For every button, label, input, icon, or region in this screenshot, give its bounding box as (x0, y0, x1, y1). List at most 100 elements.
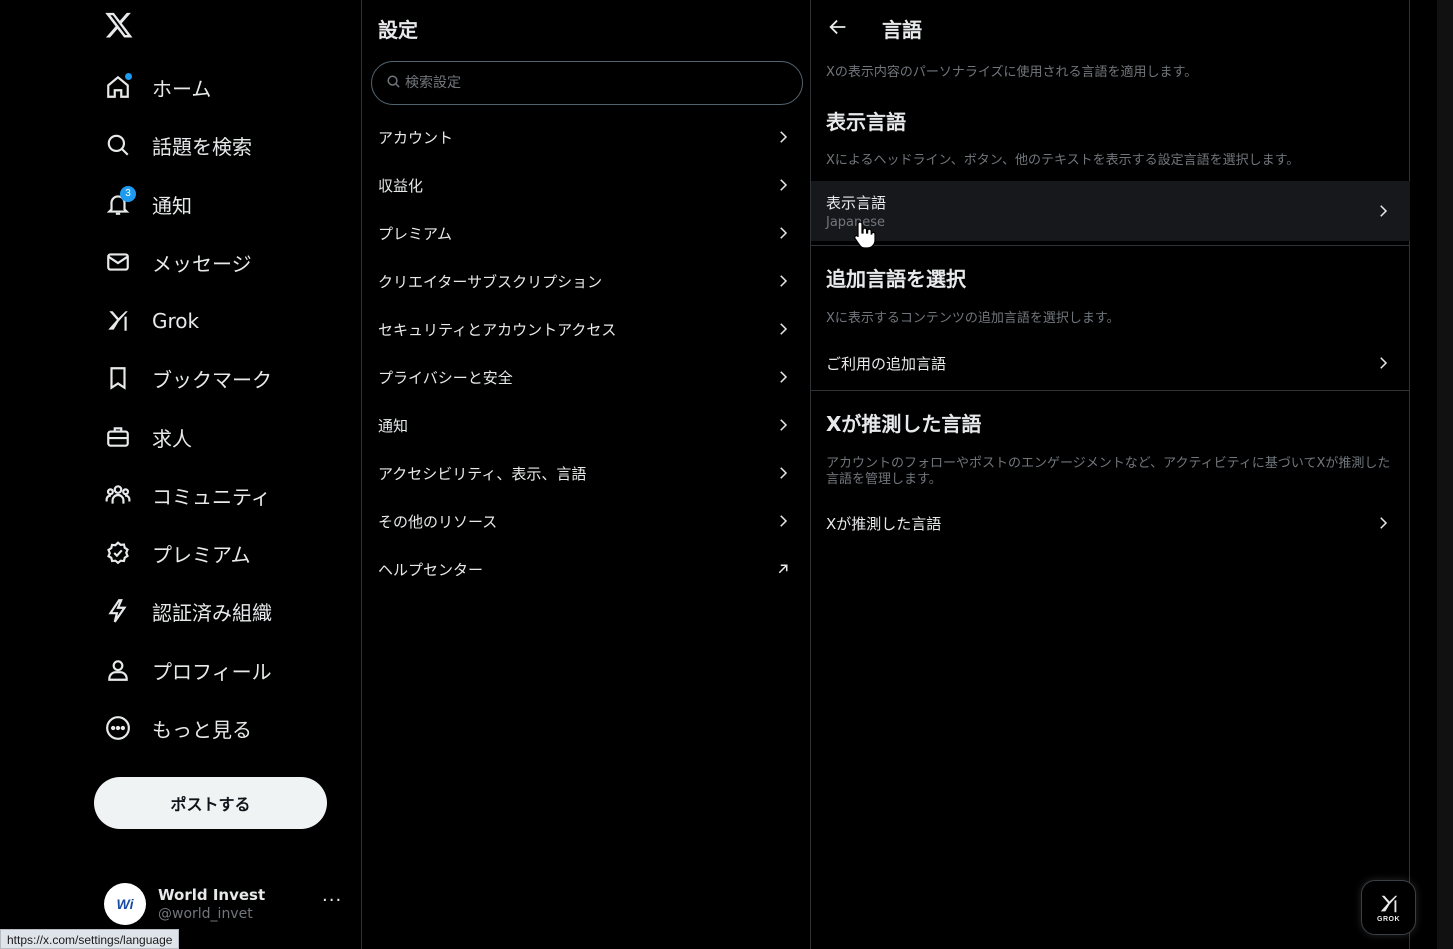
inferred-language-row[interactable]: Xが推測した言語 (811, 500, 1410, 546)
grok-icon (1380, 895, 1397, 912)
hand-cursor-icon (854, 221, 876, 249)
chevron-right-icon (780, 275, 788, 287)
more-horizontal-icon[interactable]: ··· (322, 890, 342, 911)
menu-item-label: プライバシーと安全 (378, 368, 513, 387)
verified-icon (104, 539, 132, 567)
settings-item-privacy[interactable]: プライバシーと安全 (362, 353, 810, 401)
inferred-language-heading: Xが推測した言語 (826, 412, 982, 436)
menu-item-label: クリエイターサブスクリプション (378, 272, 603, 291)
chevron-right-icon (780, 323, 788, 335)
nav-label: 認証済み組織 (152, 600, 272, 625)
profile-handle: @world_invet (158, 906, 253, 922)
nav-label: 話題を検索 (152, 134, 252, 159)
app-root: ホーム 話題を検索 3 通知 メッセージ Grok ブックマーク 求人 コミュニ… (0, 0, 1453, 949)
page-scrollbar[interactable] (1437, 0, 1453, 949)
menu-item-label: プレミアム (378, 224, 452, 243)
nav-item-grok[interactable]: Grok (104, 301, 199, 341)
nav-item-verified-orgs[interactable]: 認証済み組織 (104, 591, 272, 631)
chevron-right-icon (780, 371, 788, 383)
settings-item-resources[interactable]: その他のリソース (362, 497, 810, 545)
nav-label: もっと見る (152, 717, 252, 742)
settings-item-notifications[interactable]: 通知 (362, 401, 810, 449)
settings-column: 設定 アカウント 収益化 プレミアム クリエイターサブスクリプション セキュリテ… (361, 0, 811, 949)
chevron-right-icon (1380, 357, 1388, 369)
page-title: 言語 (882, 18, 922, 42)
nav-label: ホーム (152, 76, 212, 101)
briefcase-icon (104, 423, 132, 451)
display-language-desc: Xによるヘッドライン、ボタン、他のテキストを表示する設定言語を選択します。 (826, 153, 1300, 168)
more-circle-icon (104, 714, 132, 742)
menu-item-label: その他のリソース (378, 512, 498, 531)
row-label: 表示言語 (826, 194, 887, 212)
nav-item-bookmarks[interactable]: ブックマーク (104, 358, 272, 398)
chevron-right-icon (780, 179, 788, 191)
settings-item-accessibility[interactable]: アクセシビリティ、表示、言語 (362, 449, 810, 497)
settings-item-security[interactable]: セキュリティとアカウントアクセス (362, 305, 810, 353)
settings-search[interactable] (371, 61, 803, 105)
menu-item-label: ヘルプセンター (378, 560, 484, 579)
nav-item-more[interactable]: もっと見る (104, 708, 252, 748)
row-label: Xが推測した言語 (826, 514, 942, 533)
menu-item-label: 収益化 (378, 176, 424, 195)
nav-label: 通知 (152, 193, 192, 218)
additional-language-row[interactable]: ご利用の追加言語 (811, 340, 1410, 386)
nav-item-profile[interactable]: プロフィール (104, 650, 272, 690)
intro-text: Xの表示内容のパーソナライズに使用される言語を適用します。 (826, 65, 1198, 80)
settings-item-creator-subscriptions[interactable]: クリエイターサブスクリプション (362, 257, 810, 305)
person-icon (104, 656, 132, 684)
inferred-language-desc: アカウントのフォローやポストのエンゲージメントなど、アクティビティに基づいてXが… (826, 456, 1391, 487)
menu-item-label: セキュリティとアカウントアクセス (378, 320, 617, 339)
nav-label: Grok (152, 309, 200, 333)
notification-badge: 3 (120, 186, 136, 202)
language-column: 言語 Xの表示内容のパーソナライズに使用される言語を適用します。 表示言語 Xに… (811, 0, 1410, 949)
chevron-right-icon (780, 227, 788, 239)
bell-icon: 3 (104, 186, 136, 218)
profile-name-block: World Invest @world_invet (158, 886, 265, 922)
settings-item-premium[interactable]: プレミアム (362, 209, 810, 257)
additional-language-desc: Xに表示するコンテンツの追加言語を選択します。 (826, 311, 1120, 326)
left-sidebar: ホーム 話題を検索 3 通知 メッセージ Grok ブックマーク 求人 コミュニ… (0, 0, 361, 949)
chevron-right-icon (1380, 205, 1388, 217)
menu-item-label: アクセシビリティ、表示、言語 (378, 464, 587, 483)
nav-label: プレミアム (152, 542, 251, 567)
people-icon (104, 481, 132, 509)
status-bar-url: https://x.com/settings/language (0, 929, 180, 949)
chevron-right-icon (780, 131, 788, 143)
chevron-right-icon (780, 419, 788, 431)
chevron-right-icon (780, 467, 788, 479)
grok-floating-button[interactable]: GROK (1361, 880, 1416, 935)
nav-item-jobs[interactable]: 求人 (104, 417, 192, 457)
nav-item-notifications[interactable]: 3 通知 (104, 184, 192, 224)
display-language-row[interactable]: 表示言語 Japanese (811, 181, 1410, 241)
x-logo-icon[interactable] (104, 10, 136, 42)
bookmark-icon (104, 364, 132, 392)
chevron-right-icon (1380, 517, 1388, 529)
page-title: 設定 (378, 18, 418, 42)
back-arrow-icon[interactable] (827, 16, 849, 38)
nav-label: ブックマーク (152, 367, 272, 392)
post-button[interactable]: ポストする (94, 777, 327, 829)
unread-dot (125, 73, 132, 80)
search-input[interactable] (405, 75, 785, 91)
settings-item-monetization[interactable]: 収益化 (362, 161, 810, 209)
settings-item-account[interactable]: アカウント (362, 113, 810, 161)
settings-item-help-center[interactable]: ヘルプセンター (362, 545, 810, 593)
nav-item-communities[interactable]: コミュニティ (104, 475, 271, 515)
nav-label: メッセージ (152, 251, 252, 276)
nav-item-messages[interactable]: メッセージ (104, 242, 252, 282)
nav-item-home[interactable]: ホーム (104, 67, 211, 107)
chevron-right-icon (780, 515, 788, 527)
grok-icon (104, 307, 132, 335)
row-label: ご利用の追加言語 (826, 354, 947, 373)
display-language-heading: 表示言語 (826, 110, 906, 134)
nav-item-premium[interactable]: プレミアム (104, 533, 251, 573)
grok-label: GROK (1377, 915, 1400, 923)
nav-label: コミュニティ (152, 484, 271, 509)
nav-item-explore[interactable]: 話題を検索 (104, 125, 252, 165)
mail-icon (104, 248, 132, 276)
lightning-icon (104, 597, 132, 625)
section-divider (811, 390, 1410, 391)
account-switcher[interactable]: Wi World Invest @world_invet ··· (104, 880, 344, 928)
search-icon (104, 131, 132, 159)
profile-display-name: World Invest (158, 886, 266, 904)
